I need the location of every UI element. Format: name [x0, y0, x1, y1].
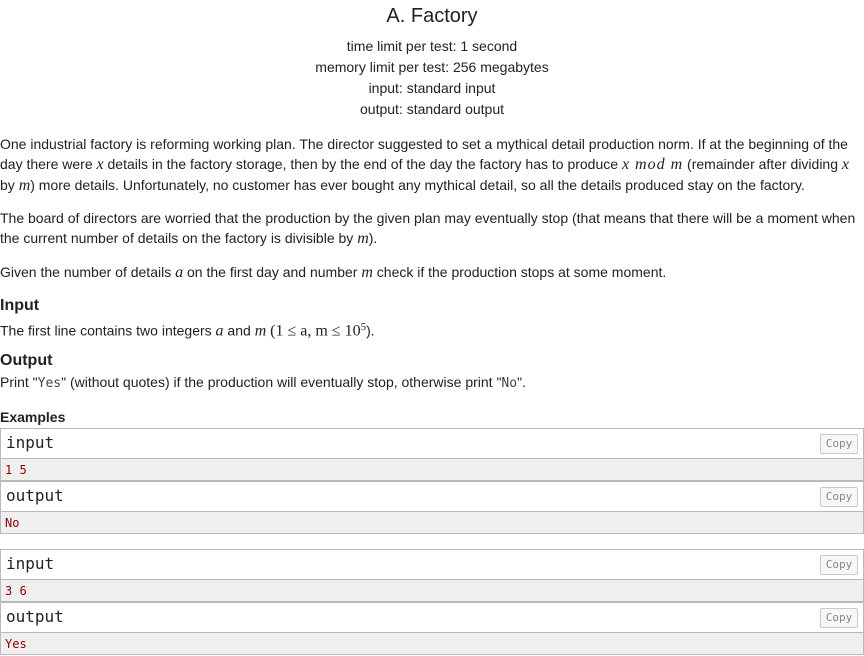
example-input-header: input Copy [1, 550, 863, 580]
statement-text: check if the production stops at some mo… [372, 264, 667, 280]
example-2: input Copy 3 6 output Copy Yes [0, 549, 864, 655]
statement-paragraph-2: The board of directors are worried that … [0, 208, 864, 249]
example-input-label: input [6, 554, 55, 573]
code-no: No [501, 376, 518, 391]
input-section-title: Input [0, 297, 40, 314]
output-section-title: Output [0, 352, 53, 369]
math-var: a [175, 264, 184, 281]
statement-text: details in the factory storage, then by … [103, 156, 622, 172]
example-output-label: output [6, 486, 64, 505]
example-output-header: output Copy [1, 481, 863, 512]
math-expression: x mod m [621, 156, 684, 173]
input-section-text: The first line contains two integers a a… [0, 317, 864, 342]
copy-output-button[interactable]: Copy [820, 487, 858, 507]
math-var: m [18, 177, 31, 194]
examples-title: Examples [0, 409, 66, 425]
example-1: input Copy 1 5 output Copy No [0, 428, 864, 534]
example-input-label: input [6, 433, 55, 452]
copy-input-button[interactable]: Copy [820, 434, 858, 454]
example-input-value: 1 5 [5, 463, 27, 477]
statement-text: The board of directors are worried that … [0, 210, 856, 246]
math-var: m [357, 230, 369, 247]
statement-text: ) more details. Unfortunately, no custom… [30, 177, 805, 193]
statement-paragraph-3: Given the number of details a on the fir… [0, 262, 864, 283]
input-text: and [223, 322, 255, 339]
statement-text: Given the number of details [0, 264, 176, 280]
statement-text: (remainder after dividing [683, 156, 842, 172]
output-file: output: standard output [360, 101, 504, 117]
statement-text: on the first day and number [183, 264, 362, 280]
statement-text: ). [368, 230, 378, 246]
example-output-value: No [5, 516, 20, 530]
example-input-data: 1 5 [1, 459, 863, 481]
memory-limit: memory limit per test: 256 megabytes [315, 59, 549, 75]
math-constraint: (1 ≤ a, m ≤ 10 [270, 322, 361, 340]
problem-limits: time limit per test: 1 second memory lim… [0, 36, 864, 120]
output-text: Print " [0, 374, 38, 390]
math-var: x [841, 156, 850, 173]
example-output-data: No [1, 512, 863, 533]
problem-title: A. Factory [386, 5, 478, 27]
example-output-value: Yes [5, 637, 27, 651]
example-input-header: input Copy [1, 429, 863, 459]
copy-output-button[interactable]: Copy [820, 608, 858, 628]
output-text: ". [517, 374, 526, 390]
example-input-value: 3 6 [5, 584, 27, 598]
copy-input-button[interactable]: Copy [820, 555, 858, 575]
statement-paragraph-1: One industrial factory is reforming work… [0, 134, 864, 196]
example-output-label: output [6, 607, 64, 626]
statement-text: by [0, 177, 19, 193]
math-var: m [254, 322, 267, 340]
input-file: input: standard input [368, 80, 496, 96]
example-input-data: 3 6 [1, 580, 863, 602]
math-var: a [215, 322, 224, 340]
output-section-text: Print "Yes" (without quotes) if the prod… [0, 372, 864, 394]
input-text: ). [366, 322, 375, 339]
example-output-data: Yes [1, 633, 863, 654]
example-output-header: output Copy [1, 602, 863, 633]
time-limit: time limit per test: 1 second [346, 38, 518, 54]
math-var: m [361, 264, 373, 281]
input-text: The first line contains two integers [0, 322, 216, 339]
math-var: x [96, 156, 104, 173]
output-text: " (without quotes) if the production wil… [61, 374, 502, 390]
code-yes: Yes [37, 376, 62, 391]
